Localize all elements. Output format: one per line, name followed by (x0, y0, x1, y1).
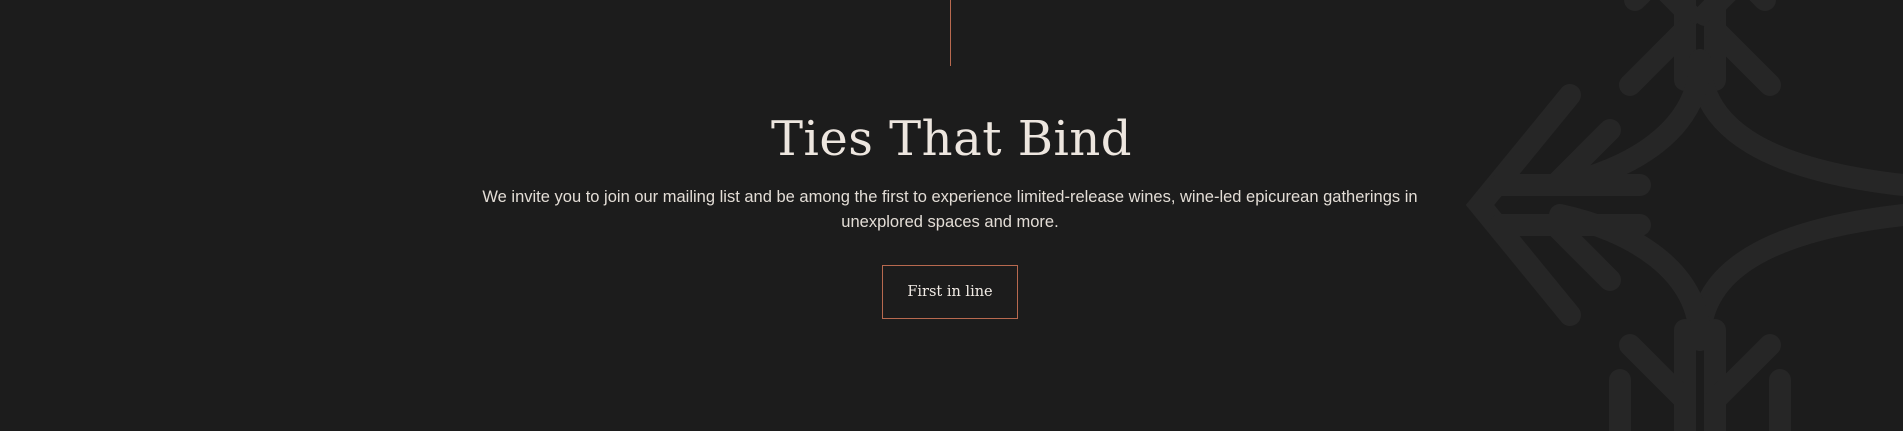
newsletter-signup-section: Ties That Bind We invite you to join our… (0, 0, 1903, 431)
first-in-line-button[interactable]: First in line (882, 265, 1018, 319)
section-heading: Ties That Bind (770, 111, 1133, 167)
section-description: We invite you to join our mailing list a… (482, 188, 1418, 231)
decorative-knot-ornament-icon (1465, 0, 1903, 431)
accent-divider-line (950, 0, 951, 66)
